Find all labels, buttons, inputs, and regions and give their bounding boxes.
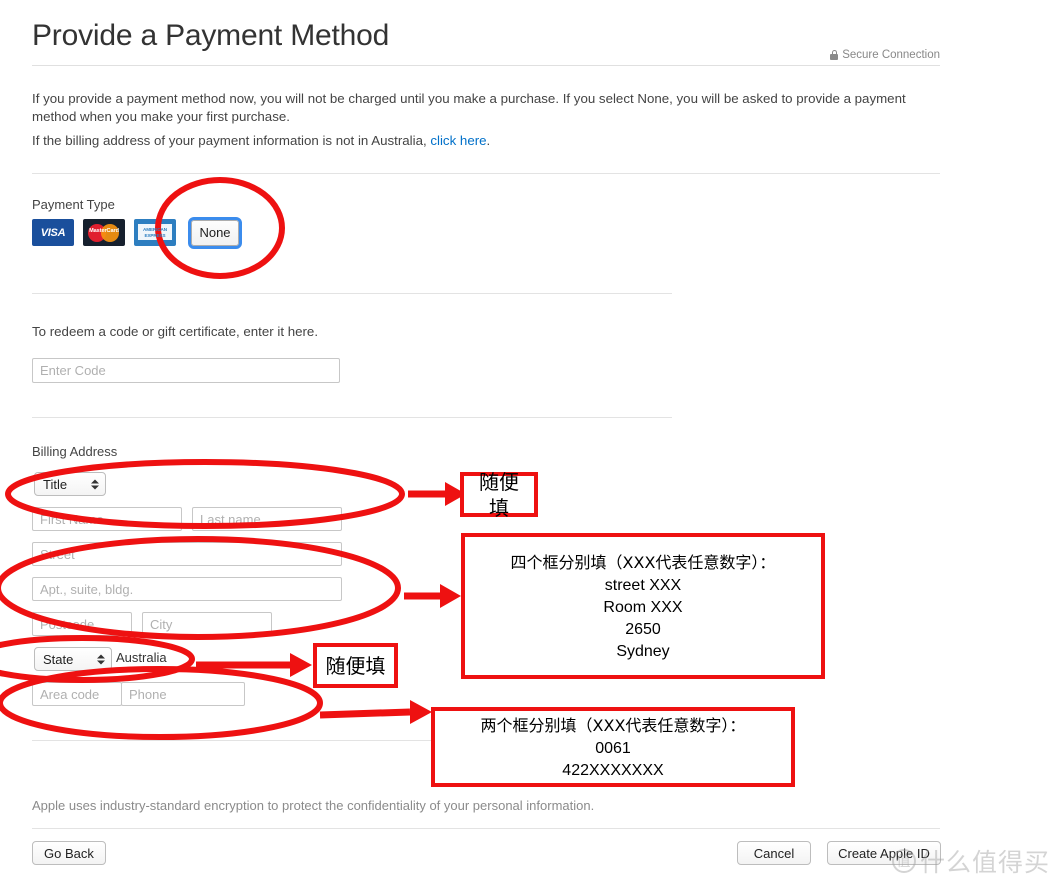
last-name-input[interactable]: [192, 507, 342, 531]
annotation-phone-line-2: 422XXXXXXX: [562, 762, 664, 779]
apt-suite-input[interactable]: [32, 577, 342, 601]
annotation-address-line-2: Room XXX: [603, 599, 683, 616]
amex-label-bottom: EXPRESS: [144, 233, 166, 238]
divider-above-billing: [32, 417, 672, 418]
annotation-name-fields: 随便填: [460, 470, 538, 520]
intro-line-2-pre: If the billing address of your payment i…: [32, 133, 431, 148]
divider-above-redeem: [32, 293, 672, 294]
title-select[interactable]: Title: [34, 472, 106, 496]
annotation-name-fields-text: 随便填: [479, 469, 519, 520]
state-select-value: State: [43, 651, 74, 667]
page-header: Provide a Payment Method Secure Connecti…: [32, 16, 940, 61]
annotation-state-field-text: 随便填: [325, 653, 386, 678]
enter-code-input[interactable]: [32, 358, 340, 383]
lock-icon: [830, 50, 839, 60]
intro-line-1: If you provide a payment method now, you…: [32, 91, 906, 124]
payment-type-options: VISA MasterCard AMERICAN EXPRESS None: [32, 216, 242, 249]
city-input[interactable]: [142, 612, 272, 636]
billing-address-label: Billing Address: [32, 444, 118, 459]
redeem-code-text: To redeem a code or gift certificate, en…: [32, 324, 319, 339]
payment-type-label: Payment Type: [32, 197, 115, 212]
watermark-logo-icon: 值: [891, 849, 916, 873]
chevron-updown-icon: [90, 478, 99, 491]
visa-label: VISA: [40, 226, 66, 239]
annotation-address-line-4: Sydney: [616, 643, 670, 660]
mastercard-label: MasterCard: [89, 228, 119, 234]
annotation-state-field: 随便填: [313, 643, 398, 688]
postcode-input[interactable]: [32, 612, 132, 636]
header-divider: [32, 65, 940, 66]
annotation-phone-line-1: 0061: [595, 740, 631, 757]
intro-text: If you provide a payment method now, you…: [32, 90, 922, 150]
area-code-input[interactable]: [32, 682, 122, 706]
annotation-address-line-1: street XXX: [604, 577, 682, 594]
site-watermark: 值 什么值得买: [891, 843, 1050, 879]
secure-connection-indicator: Secure Connection: [830, 49, 940, 61]
country-value: Australia: [116, 650, 167, 665]
title-select-value: Title: [43, 476, 68, 492]
divider-above-buttons: [32, 828, 940, 829]
annotation-phone-head: 两个框分别填（XXX代表任意数字）：: [480, 716, 746, 735]
street-input[interactable]: [32, 542, 342, 566]
click-here-link[interactable]: click here: [430, 133, 486, 148]
visa-card-icon[interactable]: VISA: [32, 219, 74, 246]
annotation-phone-fields: 两个框分别填（XXX代表任意数字）： 0061 422XXXXXXX: [431, 707, 795, 787]
amex-card-icon[interactable]: AMERICAN EXPRESS: [134, 219, 176, 246]
mastercard-card-icon[interactable]: MasterCard: [83, 219, 125, 246]
divider-above-payment-type: [32, 173, 940, 174]
intro-line-2-post: .: [486, 133, 491, 148]
annotation-address-head: 四个框分别填（XXX代表任意数字）：: [510, 553, 776, 572]
page-title: Provide a Payment Method: [32, 19, 390, 52]
secure-connection-label: Secure Connection: [842, 49, 940, 61]
annotation-address-fields: 四个框分别填（XXX代表任意数字）： street XXX Room XXX 2…: [461, 533, 825, 679]
phone-input[interactable]: [121, 682, 245, 706]
payment-type-none-button[interactable]: None: [188, 216, 242, 249]
state-select[interactable]: State: [34, 647, 112, 671]
amex-label-top: AMERICAN: [143, 227, 167, 232]
intro-line-2: If the billing address of your payment i…: [32, 132, 922, 150]
encryption-note: Apple uses industry-standard encryption …: [32, 798, 595, 813]
cancel-button[interactable]: Cancel: [737, 841, 811, 865]
go-back-button[interactable]: Go Back: [32, 841, 106, 865]
watermark-text: 什么值得买: [919, 848, 1050, 877]
annotation-address-line-3: 2650: [625, 621, 661, 638]
first-name-input[interactable]: [32, 507, 182, 531]
chevron-updown-icon: [96, 653, 105, 666]
payment-method-page: Provide a Payment Method Secure Connecti…: [0, 0, 1062, 885]
